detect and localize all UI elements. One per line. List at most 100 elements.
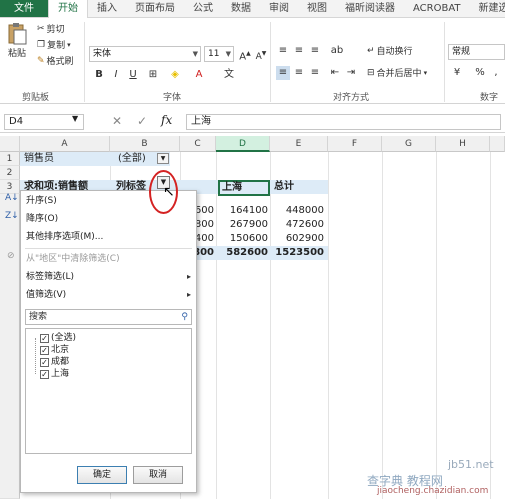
merge-center-button[interactable]: ⊟ 合并后居中 ▾ xyxy=(367,66,427,80)
column-header-a[interactable]: A xyxy=(20,136,110,152)
font-color-icon[interactable]: A xyxy=(192,68,206,82)
sort-descending-item[interactable]: 降序(O) xyxy=(21,211,196,227)
column-header-i[interactable] xyxy=(490,136,505,152)
ok-button[interactable]: 确定 xyxy=(77,466,127,484)
fill-color-icon[interactable]: ◈ xyxy=(168,68,182,82)
column-header-c[interactable]: C xyxy=(180,136,216,152)
bold-button[interactable]: B xyxy=(92,68,106,82)
column-header-g[interactable]: G xyxy=(382,136,436,152)
tab-acrobat[interactable]: ACROBAT xyxy=(404,0,470,17)
filter-value-list: ✓ (全选) ✓ 北京 ✓ 成都 ✓ 上海 xyxy=(25,328,192,454)
list-item-shanghai[interactable]: ✓ 上海 xyxy=(40,368,69,380)
row-header-2[interactable]: 2 xyxy=(0,166,20,180)
tree-line xyxy=(35,338,36,374)
tab-home[interactable]: 开始 xyxy=(48,0,88,19)
insert-function-button[interactable]: fx xyxy=(161,113,172,127)
cell-a1[interactable]: 销售员 xyxy=(22,152,56,166)
select-all-corner[interactable] xyxy=(0,136,20,152)
column-header-e[interactable]: E xyxy=(270,136,328,152)
font-size-select[interactable]: 11 ▼ xyxy=(204,46,234,62)
filter-dropdown-icon[interactable]: ▼ xyxy=(157,153,169,164)
format-painter-button[interactable]: ✎ 格式刷 xyxy=(37,54,74,68)
italic-button[interactable]: I xyxy=(109,68,123,82)
cell-e6[interactable]: 602900 xyxy=(270,232,326,246)
orientation-icon[interactable]: ab xyxy=(330,44,344,58)
filter-search-input[interactable]: 搜索 ⚲ xyxy=(25,309,192,325)
column-header-b[interactable]: B xyxy=(110,136,180,152)
column-header-d[interactable]: D xyxy=(216,136,270,152)
column-header-h[interactable]: H xyxy=(436,136,490,152)
cell-e7[interactable]: 1523500 xyxy=(270,246,326,260)
list-item-chengdu[interactable]: ✓ 成都 xyxy=(40,356,69,368)
sort-ascending-label: 升序(S) xyxy=(26,196,57,206)
font-size-value: 11 xyxy=(208,49,220,59)
cut-button[interactable]: ✂ 剪切 xyxy=(37,22,65,36)
percent-button[interactable]: % xyxy=(473,66,487,80)
increase-font-icon[interactable]: A▲ xyxy=(238,47,252,62)
merge-center-label: 合并后居中 xyxy=(376,69,422,79)
sort-desc-icon: Z↓ xyxy=(5,211,19,221)
tab-review[interactable]: 审阅 xyxy=(260,0,298,17)
row-header-1[interactable]: 1 xyxy=(0,152,20,166)
currency-icon[interactable]: ¥ xyxy=(450,66,464,80)
cell-d5[interactable]: 267900 xyxy=(216,218,270,232)
more-sort-options-item[interactable]: 其他排序选项(M)... xyxy=(21,229,196,245)
increase-indent-icon[interactable]: ⇥ xyxy=(344,66,358,80)
align-center-icon[interactable]: ≡ xyxy=(292,66,306,80)
cell-b1[interactable]: (全部) xyxy=(116,152,148,166)
align-left-icon[interactable]: ≡ xyxy=(276,66,290,80)
cell-e4[interactable]: 448000 xyxy=(270,204,326,218)
tab-file[interactable]: 文件 xyxy=(0,0,48,17)
number-format-value: 常规 xyxy=(452,47,471,57)
cell-d3[interactable]: 上海 xyxy=(218,180,270,196)
phonetic-icon[interactable]: 文 xyxy=(222,68,236,82)
tab-view[interactable]: 视图 xyxy=(298,0,336,17)
checkbox-icon: ✓ xyxy=(40,369,49,379)
row-header-3[interactable]: 3 xyxy=(0,180,20,194)
border-icon[interactable]: ⊞ xyxy=(146,68,160,82)
copy-button[interactable]: ❐ 复制 ▾ xyxy=(37,38,71,52)
cancel-icon[interactable]: ✕ xyxy=(112,114,122,128)
align-right-icon[interactable]: ≡ xyxy=(308,66,322,80)
cell-d6[interactable]: 150600 xyxy=(216,232,270,246)
list-item-beijing[interactable]: ✓ 北京 xyxy=(40,344,69,356)
chevron-down-icon: ▾ xyxy=(67,40,71,49)
clear-filter-label: 从"地区"中清除筛选(C) xyxy=(26,254,120,264)
wrap-text-icon: ↵ xyxy=(367,45,375,56)
cell-d7[interactable]: 582600 xyxy=(216,246,270,260)
cell-e5[interactable]: 472600 xyxy=(270,218,326,232)
decrease-indent-icon[interactable]: ⇤ xyxy=(328,66,342,80)
filter-dropdown-menu: 升序(S) 降序(O) 其他排序选项(M)... 从"地区"中清除筛选(C) 标… xyxy=(20,190,197,493)
tab-formulas[interactable]: 公式 xyxy=(184,0,222,17)
tab-page-layout[interactable]: 页面布局 xyxy=(126,0,184,17)
font-name-select[interactable]: 宋体 ▼ xyxy=(89,46,201,62)
enter-icon[interactable]: ✓ xyxy=(137,114,147,128)
column-header-f[interactable]: F xyxy=(328,136,382,152)
align-bottom-icon[interactable]: ≡ xyxy=(308,44,322,58)
checkbox-icon: ✓ xyxy=(40,333,49,343)
tab-data[interactable]: 数据 xyxy=(222,0,260,17)
cell-d4[interactable]: 164100 xyxy=(216,204,270,218)
comma-icon[interactable]: , xyxy=(489,66,503,80)
tab-new[interactable]: 新建选项 xyxy=(470,0,505,17)
value-filter-item[interactable]: 值筛选(V) ▸ xyxy=(21,287,196,303)
formula-input[interactable]: 上海 xyxy=(186,114,501,130)
align-middle-icon[interactable]: ≡ xyxy=(292,44,306,58)
decrease-font-icon[interactable]: A▼ xyxy=(254,47,268,62)
search-icon: ⚲ xyxy=(181,312,188,322)
label-filter-item[interactable]: 标签筛选(L) ▸ xyxy=(21,269,196,285)
cancel-button[interactable]: 取消 xyxy=(133,466,183,484)
copy-icon: ❐ xyxy=(37,39,46,50)
underline-button[interactable]: U xyxy=(126,68,140,82)
tab-insert[interactable]: 插入 xyxy=(88,0,126,17)
wrap-text-button[interactable]: ↵ 自动换行 xyxy=(367,44,413,58)
tab-foxit-reader[interactable]: 福昕阅读器 xyxy=(336,0,404,17)
watermark-url: jiaocheng.chazidian.com xyxy=(377,486,489,496)
select-all-checkbox[interactable]: ✓ (全选) xyxy=(40,332,76,344)
paste-button[interactable]: 粘贴 xyxy=(6,22,28,59)
cell-e3[interactable]: 总计 xyxy=(272,180,296,194)
align-top-icon[interactable]: ≡ xyxy=(276,44,290,58)
search-placeholder: 搜索 xyxy=(29,312,48,322)
number-format-select[interactable]: 常规 xyxy=(448,44,505,60)
chevron-down-icon[interactable]: ▼ xyxy=(72,114,78,123)
